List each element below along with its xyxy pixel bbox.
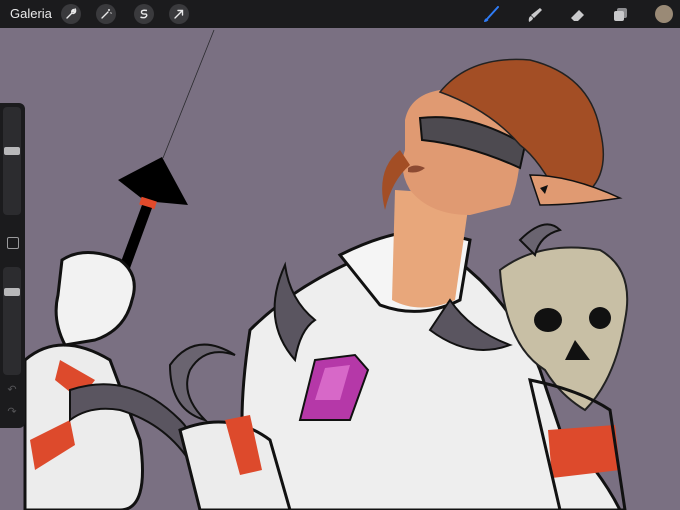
redo-button[interactable]: ↷ <box>5 405 19 419</box>
opacity-thumb[interactable] <box>4 288 20 297</box>
brush-size-thumb[interactable] <box>4 147 20 156</box>
selection-icon <box>140 9 148 19</box>
redo-icon: ↷ <box>7 406 17 418</box>
actions-button[interactable] <box>61 4 81 24</box>
modify-button[interactable] <box>7 237 19 249</box>
right-arm-band <box>548 425 620 478</box>
undo-icon: ↶ <box>7 384 17 396</box>
brush-tool-button[interactable] <box>480 4 502 26</box>
brush-size-slider[interactable] <box>3 107 21 215</box>
transform-arrow-icon <box>174 9 184 19</box>
skull-eye-right <box>589 307 611 329</box>
layers-icon <box>614 8 627 21</box>
opacity-slider[interactable] <box>3 267 21 375</box>
eraser-icon <box>571 10 584 21</box>
undo-button[interactable]: ↶ <box>5 383 19 397</box>
skull-eye-left <box>534 308 562 332</box>
wrench-icon <box>66 8 77 19</box>
layers-button[interactable] <box>610 4 632 26</box>
brush-icon <box>484 6 499 22</box>
left-sidebar: ↶ ↷ <box>0 103 25 428</box>
magic-wand-icon <box>101 9 112 19</box>
gallery-button[interactable]: Galeria <box>10 6 52 21</box>
color-picker-button[interactable] <box>655 5 673 23</box>
selection-button[interactable] <box>134 4 154 24</box>
drawing-canvas[interactable] <box>0 0 680 510</box>
eraser-tool-button[interactable] <box>566 4 588 26</box>
smudge-tool-button[interactable] <box>524 4 546 26</box>
transform-button[interactable] <box>169 4 189 24</box>
adjustments-button[interactable] <box>96 4 116 24</box>
top-toolbar: Galeria <box>0 0 680 28</box>
smudge-icon <box>528 8 542 22</box>
